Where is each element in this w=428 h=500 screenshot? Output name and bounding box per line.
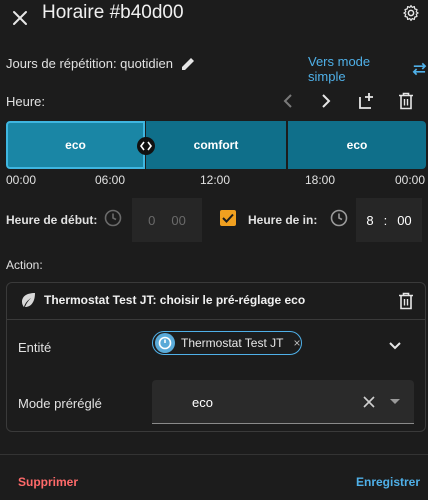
chip-remove-icon[interactable]: × (293, 336, 300, 350)
time-tick: 00:00 (395, 173, 426, 187)
swap-horizontal-icon (412, 62, 427, 76)
timeline-slot-eco-morning[interactable]: eco (6, 121, 145, 169)
chevron-right-icon (322, 94, 331, 108)
start-time-label: Heure de début: (6, 213, 98, 227)
slot-label: eco (346, 138, 368, 152)
end-minutes[interactable]: 00 (397, 213, 411, 228)
footer-divider (0, 454, 428, 455)
card-divider (6, 319, 426, 320)
simple-mode-label: Vers mode simple (308, 54, 371, 84)
clear-icon[interactable] (363, 396, 375, 408)
slot-label: comfort (193, 138, 239, 152)
check-icon (222, 213, 234, 223)
delete-slot-button[interactable] (395, 90, 417, 112)
clock-icon (104, 209, 122, 227)
start-hours[interactable]: 0 (148, 213, 155, 228)
preset-mode-value: eco (192, 395, 213, 410)
time-tick: 06:00 (95, 173, 126, 187)
timeline-slot-comfort[interactable]: comfort (145, 121, 286, 169)
clock-icon (330, 209, 348, 227)
action-card-title: Thermostat Test JT: choisir le pré-régla… (44, 293, 306, 307)
edit-repeat-button[interactable] (178, 54, 198, 74)
time-tick: 00:00 (6, 173, 37, 187)
end-time-label: Heure de in: (248, 213, 318, 227)
time-tick: 18:00 (305, 173, 336, 187)
page-title: Horaire #b40d00 (42, 2, 184, 23)
end-time-input[interactable]: 8 : 00 (356, 198, 422, 242)
chevron-left-icon (283, 94, 292, 108)
timeline-slot-eco-evening[interactable]: eco (286, 121, 426, 169)
expand-entity-button[interactable] (384, 335, 406, 357)
entity-label: Entité (18, 340, 52, 355)
schedule-timeline: eco comfort eco (6, 121, 426, 169)
thermostat-icon (155, 333, 175, 353)
repeat-days-label: Jours de répétition: quotidien (6, 56, 173, 71)
close-icon (13, 11, 27, 25)
next-slot-button[interactable] (315, 90, 337, 112)
slot-resize-handle[interactable] (137, 137, 155, 155)
gear-icon (403, 4, 419, 22)
delete-button[interactable]: Supprimer (18, 475, 78, 489)
slot-label: eco (65, 138, 86, 152)
dropdown-arrow-icon[interactable] (390, 399, 400, 405)
end-time-checkbox[interactable] (220, 210, 236, 226)
delete-action-button[interactable] (395, 290, 417, 312)
start-minutes[interactable]: 00 (171, 213, 185, 228)
entity-chip[interactable]: Thermostat Test JT × (152, 331, 302, 355)
resize-arrows-icon (140, 141, 152, 151)
chevron-down-icon (389, 342, 401, 350)
time-tick: 12:00 (200, 173, 231, 187)
trash-icon (399, 92, 413, 110)
start-time-input[interactable]: 0 00 (132, 198, 202, 242)
close-button[interactable] (6, 4, 34, 32)
add-slot-icon (359, 93, 373, 109)
entity-chip-label: Thermostat Test JT (181, 336, 284, 350)
save-button[interactable]: Enregistrer (356, 475, 420, 489)
time-separator: : (383, 212, 388, 228)
end-hours[interactable]: 8 (366, 213, 373, 228)
add-slot-button[interactable] (356, 90, 378, 112)
leaf-icon (19, 291, 37, 309)
settings-button[interactable] (400, 2, 422, 24)
pencil-icon (182, 58, 194, 70)
action-label: Action: (6, 258, 43, 272)
time-label: Heure: (6, 94, 46, 109)
simple-mode-link[interactable]: Vers mode simple (308, 54, 428, 84)
trash-icon (399, 292, 413, 310)
preset-mode-label: Mode préréglé (18, 396, 102, 411)
previous-slot-button[interactable] (277, 90, 299, 112)
